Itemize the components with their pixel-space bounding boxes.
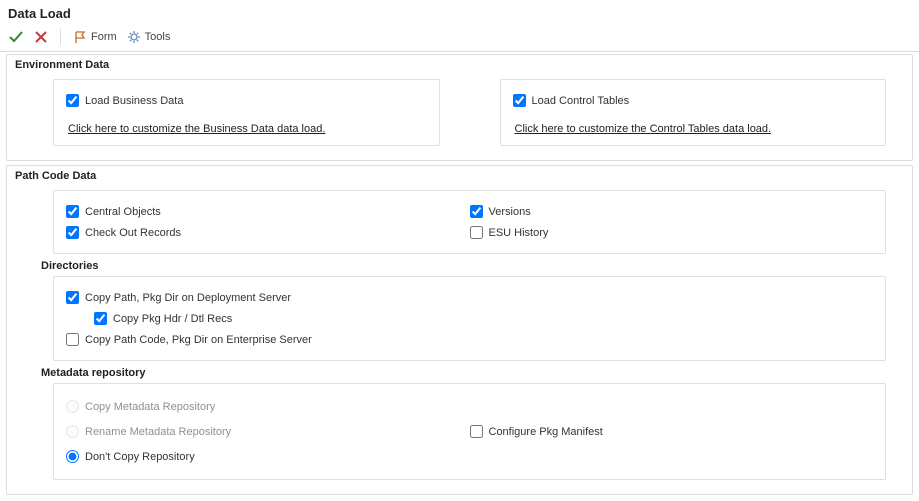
central-objects-label[interactable]: Central Objects bbox=[85, 206, 161, 218]
rename-metadata-repo-radio[interactable] bbox=[66, 425, 79, 438]
configure-pkg-manifest-checkbox[interactable] bbox=[470, 425, 483, 438]
ok-button[interactable] bbox=[8, 29, 24, 45]
copy-pathcode-pkg-enterprise-label[interactable]: Copy Path Code, Pkg Dir on Enterprise Se… bbox=[85, 334, 312, 346]
toolbar-menus: Form Tools bbox=[73, 30, 170, 44]
copy-path-pkg-deploy-label[interactable]: Copy Path, Pkg Dir on Deployment Server bbox=[85, 292, 291, 304]
esu-history-label[interactable]: ESU History bbox=[489, 227, 549, 239]
directories-title: Directories bbox=[41, 260, 906, 272]
gear-icon bbox=[127, 30, 141, 44]
tools-menu[interactable]: Tools bbox=[127, 30, 171, 44]
copy-pathcode-pkg-enterprise-checkbox[interactable] bbox=[66, 333, 79, 346]
central-objects-checkbox[interactable] bbox=[66, 205, 79, 218]
toolbar-actions bbox=[8, 29, 48, 45]
control-tables-box: Load Control Tables Click here to custom… bbox=[500, 79, 887, 146]
dont-copy-repo-label[interactable]: Don't Copy Repository bbox=[85, 451, 195, 463]
toolbar: Form Tools bbox=[0, 25, 919, 52]
form-menu-label: Form bbox=[91, 31, 117, 43]
cancel-button[interactable] bbox=[34, 30, 48, 44]
copy-metadata-repo-radio[interactable] bbox=[66, 400, 79, 413]
customize-control-tables-link[interactable]: Click here to customize the Control Tabl… bbox=[515, 123, 772, 135]
path-code-data-section: Path Code Data Central Objects Check Out… bbox=[6, 165, 913, 495]
metadata-title: Metadata repository bbox=[41, 367, 906, 379]
load-business-data-label[interactable]: Load Business Data bbox=[85, 95, 183, 107]
environment-data-section: Environment Data Load Business Data Clic… bbox=[6, 54, 913, 161]
pathcode-top-box: Central Objects Check Out Records Versio… bbox=[53, 190, 886, 254]
copy-pkg-hdr-dtl-label[interactable]: Copy Pkg Hdr / Dtl Recs bbox=[113, 313, 232, 325]
environment-section-title: Environment Data bbox=[13, 59, 906, 75]
business-data-box: Load Business Data Click here to customi… bbox=[53, 79, 440, 146]
check-out-records-label[interactable]: Check Out Records bbox=[85, 227, 181, 239]
copy-pkg-hdr-dtl-checkbox[interactable] bbox=[94, 312, 107, 325]
flag-icon bbox=[73, 30, 87, 44]
check-icon bbox=[8, 29, 24, 45]
metadata-box: Copy Metadata Repository Rename Metadata… bbox=[53, 383, 886, 480]
directories-box: Copy Path, Pkg Dir on Deployment Server … bbox=[53, 276, 886, 361]
load-control-tables-label[interactable]: Load Control Tables bbox=[532, 95, 630, 107]
load-control-tables-checkbox[interactable] bbox=[513, 94, 526, 107]
versions-checkbox[interactable] bbox=[470, 205, 483, 218]
page-title: Data Load bbox=[0, 0, 919, 25]
pathcode-section-title: Path Code Data bbox=[13, 170, 906, 186]
copy-path-pkg-deploy-checkbox[interactable] bbox=[66, 291, 79, 304]
esu-history-checkbox[interactable] bbox=[470, 226, 483, 239]
copy-metadata-repo-label[interactable]: Copy Metadata Repository bbox=[85, 401, 215, 413]
dont-copy-repo-radio[interactable] bbox=[66, 450, 79, 463]
versions-label[interactable]: Versions bbox=[489, 206, 531, 218]
check-out-records-checkbox[interactable] bbox=[66, 226, 79, 239]
form-menu[interactable]: Form bbox=[73, 30, 117, 44]
load-business-data-checkbox[interactable] bbox=[66, 94, 79, 107]
tools-menu-label: Tools bbox=[145, 31, 171, 43]
rename-metadata-repo-label[interactable]: Rename Metadata Repository bbox=[85, 426, 231, 438]
customize-business-data-link[interactable]: Click here to customize the Business Dat… bbox=[68, 123, 325, 135]
close-icon bbox=[34, 30, 48, 44]
toolbar-divider bbox=[60, 29, 61, 45]
configure-pkg-manifest-label[interactable]: Configure Pkg Manifest bbox=[489, 426, 603, 438]
